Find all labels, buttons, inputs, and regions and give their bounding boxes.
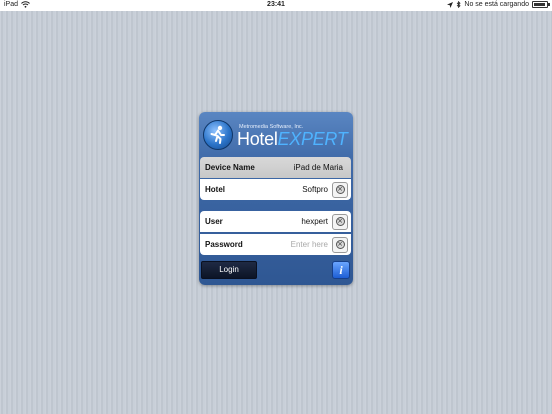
battery-icon xyxy=(532,1,550,8)
user-field[interactable]: User hexpert × xyxy=(200,211,351,232)
location-arrow-icon xyxy=(447,1,454,8)
brand-name: Hotel xyxy=(237,129,278,149)
login-panel: Metromedia Software, Inc. HotelEXPERT De… xyxy=(199,112,353,285)
password-input[interactable]: Enter here xyxy=(291,240,328,249)
password-clear-button[interactable]: × xyxy=(332,236,348,253)
hotel-value[interactable]: Softpro xyxy=(302,185,328,194)
brand-title: HotelEXPERT xyxy=(237,129,348,150)
device-name-row: Device Name iPad de Maria xyxy=(200,157,351,178)
user-value[interactable]: hexpert xyxy=(301,217,328,226)
charging-status: No se está cargando xyxy=(464,1,529,8)
running-man-glyph xyxy=(210,125,225,144)
bluetooth-icon xyxy=(457,1,461,8)
clear-x-icon: × xyxy=(335,217,345,226)
password-label: Password xyxy=(205,240,243,249)
battery-fill xyxy=(534,3,545,6)
status-right: No se está cargando xyxy=(447,1,550,8)
hotel-clear-button[interactable]: × xyxy=(332,181,348,198)
info-button[interactable]: i xyxy=(332,261,350,279)
status-bar: iPad 23:41 No se está cargando xyxy=(0,0,552,11)
hotel-label: Hotel xyxy=(205,185,225,194)
clear-x-icon: × xyxy=(335,240,345,249)
clear-x-icon: × xyxy=(335,185,345,194)
device-name-label: Device Name xyxy=(205,163,255,172)
user-clear-button[interactable]: × xyxy=(332,213,348,230)
running-man-icon xyxy=(203,120,233,150)
device-name-value: iPad de Maria xyxy=(293,163,343,172)
hotel-field[interactable]: Hotel Softpro × xyxy=(200,179,351,200)
login-button[interactable]: Login xyxy=(201,261,257,279)
user-label: User xyxy=(205,217,223,226)
brand-accent: EXPERT xyxy=(277,129,348,149)
password-field[interactable]: Password Enter here × xyxy=(200,234,351,255)
